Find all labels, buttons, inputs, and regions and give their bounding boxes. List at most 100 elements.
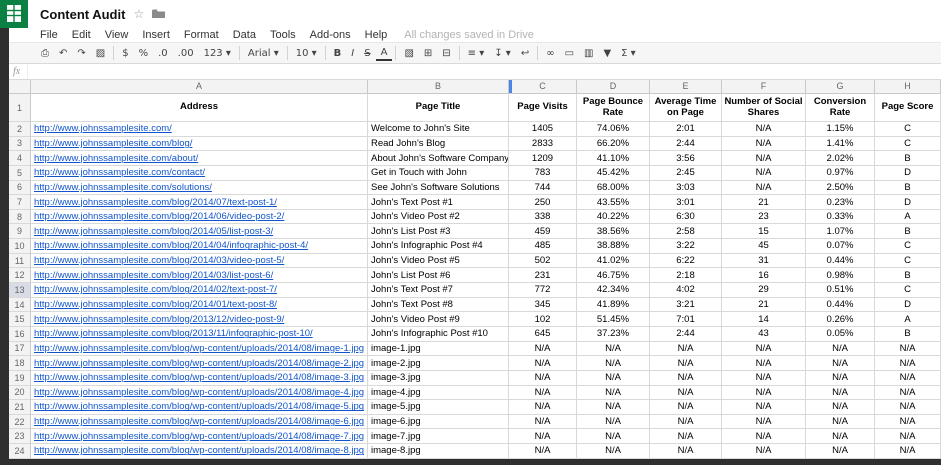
cell-bounce-rate[interactable]: 74.06% [577, 122, 650, 137]
cell-conversion-rate[interactable]: 0.51% [806, 283, 875, 298]
address-link[interactable]: http://www.johnssamplesite.com/blog/2014… [34, 255, 284, 266]
print-icon[interactable]: ⎙ [36, 44, 54, 62]
fill-color-icon[interactable]: ▧ [399, 44, 418, 62]
cell-page-title[interactable]: John's Video Post #5 [368, 254, 509, 269]
cell-conversion-rate[interactable]: 0.07% [806, 239, 875, 254]
cell-address[interactable]: http://www.johnssamplesite.com/blog/2014… [31, 224, 368, 239]
menu-data[interactable]: Data [226, 29, 263, 41]
address-link[interactable]: http://www.johnssamplesite.com/blog/2014… [34, 284, 277, 295]
cell-conversion-rate[interactable]: 0.98% [806, 268, 875, 283]
row-number-6[interactable]: 6 [9, 181, 31, 196]
cell-bounce-rate[interactable]: 45.42% [577, 166, 650, 181]
row-number-7[interactable]: 7 [9, 195, 31, 210]
cell-page-visits[interactable]: 772 [509, 283, 577, 298]
cell-avg-time[interactable]: N/A [650, 371, 722, 386]
row-number-16[interactable]: 16 [9, 327, 31, 342]
cell-avg-time[interactable]: 6:22 [650, 254, 722, 269]
row-number-11[interactable]: 11 [9, 254, 31, 269]
undo-icon[interactable]: ↶ [54, 44, 72, 62]
cell-address[interactable]: http://www.johnssamplesite.com/about/ [31, 151, 368, 166]
cell-avg-time[interactable]: N/A [650, 429, 722, 444]
cell-social-shares[interactable]: 14 [722, 312, 806, 327]
formula-input[interactable] [27, 64, 941, 79]
cell-page-title[interactable]: John's Text Post #1 [368, 195, 509, 210]
paint-format-icon[interactable]: ▨ [91, 44, 110, 62]
cell-avg-time[interactable]: 4:02 [650, 283, 722, 298]
cell-address[interactable]: http://www.johnssamplesite.com/blog/2013… [31, 312, 368, 327]
move-to-folder-icon[interactable] [152, 9, 165, 19]
address-link[interactable]: http://www.johnssamplesite.com/blog/2014… [34, 299, 277, 310]
cell-conversion-rate[interactable]: N/A [806, 400, 875, 415]
percent-format-icon[interactable]: % [134, 44, 154, 62]
row-number-20[interactable]: 20 [9, 386, 31, 401]
cell-bounce-rate[interactable]: N/A [577, 400, 650, 415]
cell-social-shares[interactable]: N/A [722, 151, 806, 166]
cell-social-shares[interactable]: N/A [722, 166, 806, 181]
column-title-cell[interactable]: Number of Social Shares [722, 94, 806, 122]
cell-page-visits[interactable]: N/A [509, 356, 577, 371]
cell-page-score[interactable]: B [875, 151, 941, 166]
cell-page-visits[interactable]: N/A [509, 371, 577, 386]
cell-address[interactable]: http://www.johnssamplesite.com/blog/ [31, 137, 368, 152]
cell-social-shares[interactable]: 45 [722, 239, 806, 254]
redo-icon[interactable]: ↷ [72, 44, 90, 62]
italic-icon[interactable]: I [346, 44, 359, 62]
more-formats-icon[interactable]: 123 ▾ [199, 44, 236, 62]
row-number-3[interactable]: 3 [9, 137, 31, 152]
column-title-cell[interactable]: Address [31, 94, 368, 122]
menu-format[interactable]: Format [177, 29, 226, 41]
cell-social-shares[interactable]: 21 [722, 298, 806, 313]
row-number-19[interactable]: 19 [9, 371, 31, 386]
cell-page-visits[interactable]: N/A [509, 400, 577, 415]
cell-bounce-rate[interactable]: 68.00% [577, 181, 650, 196]
row-number-1[interactable]: 1 [9, 94, 31, 122]
cell-bounce-rate[interactable]: 66.20% [577, 137, 650, 152]
cell-bounce-rate[interactable]: 41.89% [577, 298, 650, 313]
cell-page-score[interactable]: A [875, 210, 941, 225]
cell-page-title[interactable]: John's Video Post #9 [368, 312, 509, 327]
column-header-f[interactable]: F [722, 80, 806, 94]
column-header-e[interactable]: E [650, 80, 722, 94]
cell-avg-time[interactable]: 3:56 [650, 151, 722, 166]
cell-page-score[interactable]: D [875, 166, 941, 181]
cell-conversion-rate[interactable]: N/A [806, 415, 875, 430]
cell-address[interactable]: http://www.johnssamplesite.com/blog/2014… [31, 283, 368, 298]
cell-page-score[interactable]: D [875, 298, 941, 313]
insert-link-icon[interactable]: ∞ [541, 44, 559, 62]
cell-conversion-rate[interactable]: 1.07% [806, 224, 875, 239]
row-number-8[interactable]: 8 [9, 210, 31, 225]
column-header-d[interactable]: D [577, 80, 650, 94]
cell-page-visits[interactable]: N/A [509, 429, 577, 444]
cell-address[interactable]: http://www.johnssamplesite.com/blog/wp-c… [31, 415, 368, 430]
merge-cells-icon[interactable]: ⊟ [437, 44, 455, 62]
cell-bounce-rate[interactable]: N/A [577, 444, 650, 459]
cell-page-title[interactable]: John's List Post #3 [368, 224, 509, 239]
row-number-10[interactable]: 10 [9, 239, 31, 254]
select-all-corner[interactable] [9, 80, 31, 94]
menu-edit[interactable]: Edit [65, 29, 98, 41]
cell-page-score[interactable]: N/A [875, 356, 941, 371]
column-title-cell[interactable]: Page Title [368, 94, 509, 122]
cell-bounce-rate[interactable]: N/A [577, 429, 650, 444]
cell-social-shares[interactable]: 16 [722, 268, 806, 283]
cell-conversion-rate[interactable]: 0.44% [806, 298, 875, 313]
row-number-18[interactable]: 18 [9, 356, 31, 371]
column-header-h[interactable]: H [875, 80, 941, 94]
text-color-icon[interactable]: A [376, 47, 393, 61]
cell-social-shares[interactable]: 29 [722, 283, 806, 298]
cell-page-title[interactable]: John's Infographic Post #10 [368, 327, 509, 342]
cell-conversion-rate[interactable]: 0.44% [806, 254, 875, 269]
address-link[interactable]: http://www.johnssamplesite.com/blog/2014… [34, 211, 284, 222]
cell-page-score[interactable]: B [875, 268, 941, 283]
cell-page-title[interactable]: About John's Software Company [368, 151, 509, 166]
cell-social-shares[interactable]: N/A [722, 444, 806, 459]
cell-avg-time[interactable]: 2:44 [650, 327, 722, 342]
menu-insert[interactable]: Insert [135, 29, 177, 41]
cell-page-visits[interactable]: 102 [509, 312, 577, 327]
column-title-cell[interactable]: Conversion Rate [806, 94, 875, 122]
row-number-23[interactable]: 23 [9, 429, 31, 444]
cell-page-title[interactable]: See John's Software Solutions [368, 181, 509, 196]
increase-decimal-icon[interactable]: .00 [173, 44, 199, 62]
cell-page-score[interactable]: N/A [875, 415, 941, 430]
cell-page-visits[interactable]: N/A [509, 342, 577, 357]
